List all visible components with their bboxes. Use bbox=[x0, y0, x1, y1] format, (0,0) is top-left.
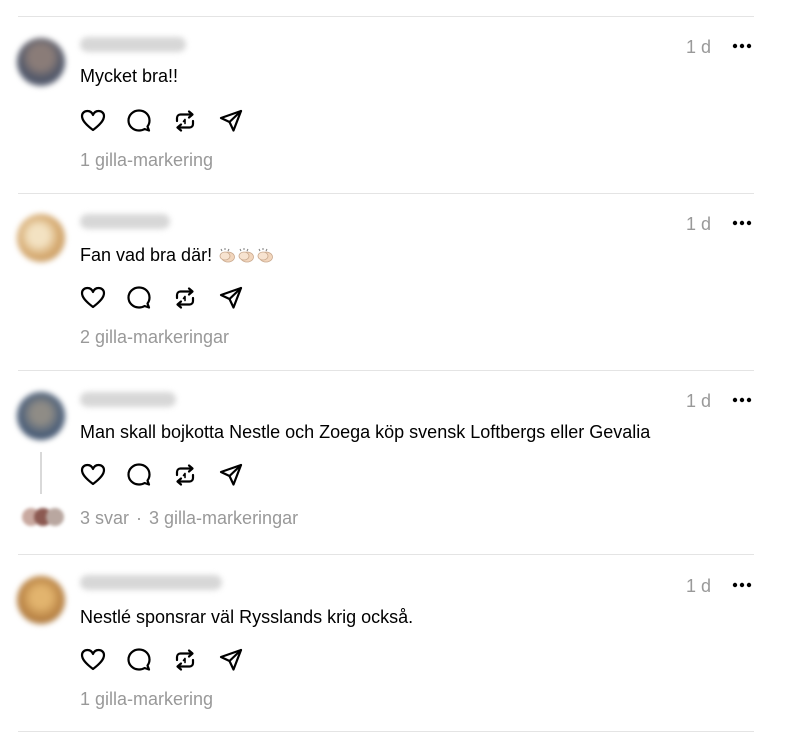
action-bar bbox=[80, 285, 264, 311]
comment-icon bbox=[127, 648, 151, 671]
divider bbox=[18, 16, 754, 17]
username[interactable]: pellejohansolin bbox=[80, 575, 222, 590]
like-count[interactable]: 2 gilla-markeringar bbox=[80, 326, 229, 348]
repost-button[interactable] bbox=[172, 462, 198, 488]
like-count[interactable]: 3 gilla-markeringar bbox=[149, 508, 298, 528]
share-button[interactable] bbox=[218, 647, 244, 673]
more-icon bbox=[732, 397, 752, 403]
avatar[interactable] bbox=[17, 214, 65, 262]
more-options-button[interactable] bbox=[730, 212, 754, 234]
like-button[interactable] bbox=[80, 108, 106, 134]
more-options-button[interactable] bbox=[730, 574, 754, 596]
reply-button[interactable] bbox=[126, 285, 152, 311]
username[interactable]: mikebike78 bbox=[80, 37, 186, 52]
repost-icon bbox=[175, 464, 195, 486]
timestamp: 1 d bbox=[686, 214, 712, 234]
share-icon bbox=[219, 109, 243, 132]
reply-button[interactable] bbox=[126, 647, 152, 673]
username[interactable]: vidjerissen bbox=[80, 392, 176, 407]
action-bar bbox=[80, 462, 264, 488]
share-button[interactable] bbox=[218, 285, 244, 311]
clap-emoji bbox=[217, 245, 274, 265]
reply-button[interactable] bbox=[126, 462, 152, 488]
repost-icon bbox=[175, 110, 195, 132]
more-icon bbox=[732, 220, 752, 226]
divider bbox=[18, 193, 754, 194]
separator: · bbox=[136, 508, 143, 528]
comment-icon bbox=[127, 109, 151, 132]
timestamp: 1 d bbox=[686, 576, 712, 596]
thread-line bbox=[40, 452, 42, 494]
repost-button[interactable] bbox=[172, 285, 198, 311]
divider bbox=[18, 370, 754, 371]
comment-text: Mycket bra!! bbox=[80, 66, 179, 86]
repost-icon bbox=[175, 649, 195, 671]
more-icon bbox=[732, 582, 752, 588]
share-icon bbox=[219, 648, 243, 671]
comment-text: Fan vad bra där! bbox=[80, 244, 274, 266]
like-button[interactable] bbox=[80, 285, 106, 311]
avatar[interactable] bbox=[17, 576, 65, 624]
reply-avatar bbox=[46, 508, 64, 526]
username[interactable]: annelisen bbox=[80, 214, 170, 229]
timestamp: 1 d bbox=[686, 391, 712, 411]
heart-icon bbox=[80, 286, 106, 309]
share-button[interactable] bbox=[218, 108, 244, 134]
repost-button[interactable] bbox=[172, 647, 198, 673]
share-button[interactable] bbox=[218, 462, 244, 488]
more-options-button[interactable] bbox=[730, 389, 754, 411]
comment-icon bbox=[127, 286, 151, 309]
avatar[interactable] bbox=[17, 392, 65, 440]
like-count[interactable]: 1 gilla-markering bbox=[80, 688, 213, 710]
timestamp: 1 d bbox=[686, 37, 712, 57]
like-button[interactable] bbox=[80, 462, 106, 488]
like-button[interactable] bbox=[80, 647, 106, 673]
action-bar bbox=[80, 647, 264, 673]
action-bar bbox=[80, 108, 264, 134]
divider bbox=[18, 731, 754, 732]
like-count[interactable]: 1 gilla-markering bbox=[80, 149, 213, 171]
heart-icon bbox=[80, 648, 106, 671]
heart-icon bbox=[80, 109, 106, 132]
comment-icon bbox=[127, 463, 151, 486]
more-options-button[interactable] bbox=[730, 35, 754, 57]
avatar[interactable] bbox=[17, 38, 65, 86]
share-icon bbox=[219, 463, 243, 486]
comment-text-content: Fan vad bra där! bbox=[80, 245, 213, 265]
more-icon bbox=[732, 43, 752, 49]
divider bbox=[18, 554, 754, 555]
repost-icon bbox=[175, 287, 195, 309]
comment-text: Man skall bojkotta Nestle och Zoega köp … bbox=[80, 422, 651, 442]
comment-text: Nestlé sponsrar väl Rysslands krig också… bbox=[80, 607, 414, 627]
reply-button[interactable] bbox=[126, 108, 152, 134]
heart-icon bbox=[80, 463, 106, 486]
reply-meta: 3 svar · 3 gilla-markeringar bbox=[80, 507, 298, 529]
share-icon bbox=[219, 286, 243, 309]
reply-count[interactable]: 3 svar bbox=[80, 508, 129, 528]
repost-button[interactable] bbox=[172, 108, 198, 134]
